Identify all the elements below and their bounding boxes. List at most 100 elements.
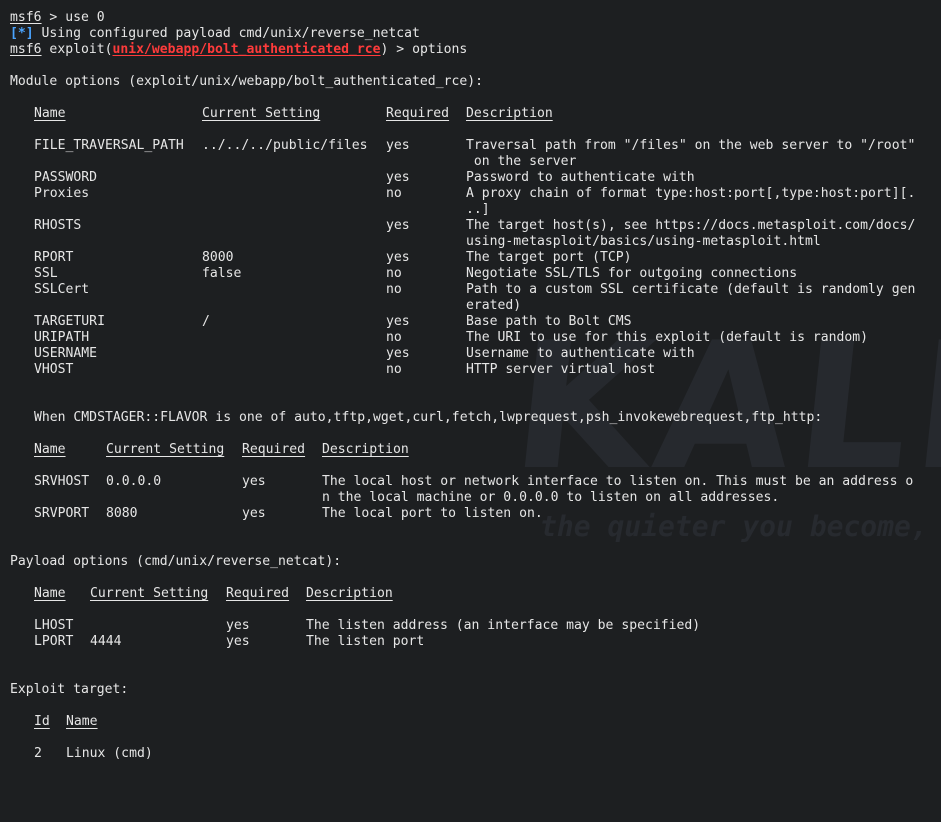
cell-required: yes [386,314,410,329]
table-row: SSLCert no Path to a custom SSL certificat… [10,282,915,298]
exploit-target-heading: Exploit target: [10,682,129,697]
cell-description: Base path to Bolt CMS [466,314,632,329]
prompt-exploit-word: exploit( [41,42,113,57]
cell-name: LPORT [34,634,74,649]
cmdstager-rows: SRVHOST 0.0.0.0 yes The local host or netwo… [10,474,913,522]
cmdstager-header: Name Current Setting Required Descriptio… [10,442,483,458]
cell-description: Path to a custom SSL certificate (defaul… [466,282,916,297]
cmdstager-heading: When CMDSTAGER::FLAVOR is one of auto,tf… [34,410,823,425]
table-row-continuation: using-metasploit/basics/using-metasploit… [10,234,821,250]
table-row: Proxies no A proxy chain of format type:ho… [10,186,915,202]
cell-description: Traversal path from "/files" on the web … [466,138,916,153]
info-marker: [*] [10,26,34,41]
payload-options-heading: Payload options (cmd/unix/reverse_netcat… [10,554,342,569]
kali-tagline-watermark: the quieter you become, th [540,510,941,543]
cell-setting: false [202,266,242,281]
table-row: LHOST yes The listen address (an interface… [10,618,700,634]
table-row: RHOSTS yes The target host(s), see https:/… [10,218,915,234]
cell-description: The target port (TCP) [466,250,632,265]
cell-name: SRVHOST [34,474,90,489]
cell-required: no [386,266,402,281]
exploit-target-rows: 2 Linux (cmd) [10,746,483,762]
table-row: PASSWORD yes Password to authenticate with [10,170,695,186]
column-header-id: Id [34,714,50,729]
cell-setting: / [202,314,210,329]
module-options-rows: FILE_TRAVERSAL_PATH ../../../public/files… [10,138,915,378]
cell-required: yes [386,346,410,361]
column-header-name: Name [34,586,66,601]
cell-description-continuation: using-metasploit/basics/using-metasploit… [466,234,821,249]
cell-required: yes [386,170,410,185]
terminal-output[interactable]: msf6 > use 0 [*] Using configured payloa… [10,10,915,762]
column-header-setting: Current Setting [90,586,209,601]
cell-name: RPORT [34,250,74,265]
cell-name: SSLCert [34,282,90,297]
exploit-target-header: Id Name [10,714,483,730]
table-row: SSL false no Negotiate SSL/TLS for outgoing… [10,266,797,282]
cell-setting: 0.0.0.0 [106,474,162,489]
cell-setting: 8080 [106,506,138,521]
cell-required: no [386,282,402,297]
cell-name: FILE_TRAVERSAL_PATH [34,138,184,153]
cell-description-continuation: ..] [466,202,490,217]
cell-description-continuation: erated) [466,298,522,313]
column-header-description: Description [466,106,553,121]
command-text: ) > options [380,42,468,57]
cell-name: PASSWORD [34,170,98,185]
column-header-description: Description [322,442,409,457]
cell-id: 2 [34,746,42,761]
column-header-required: Required [226,586,290,601]
cell-description-continuation: on the server [466,154,577,169]
payload-options-header: Name Current Setting Required Descriptio… [10,586,483,602]
cell-description: A proxy chain of format type:host:port[,… [466,186,916,201]
cell-description: Password to authenticate with [466,170,695,185]
cell-description: The listen port [306,634,425,649]
cell-description: Username to authenticate with [466,346,695,361]
cell-description-continuation: n the local machine or 0.0.0.0 to listen… [322,490,780,505]
command-text: > use 0 [41,10,105,25]
cell-name: VHOST [34,362,74,377]
column-header-description: Description [306,586,393,601]
module-options-heading: Module options (exploit/unix/webapp/bolt… [10,74,483,89]
payload-options-rows: LHOST yes The listen address (an interface… [10,618,700,650]
cell-description: The local host or network interface to l… [322,474,914,489]
info-text: Using configured payload cmd/unix/revers… [33,26,420,41]
table-row: SRVPORT 8080 yes The local port to listen o… [10,506,543,522]
table-row: VHOST no HTTP server virtual host [10,362,655,378]
table-row-continuation: ..] [10,202,490,218]
cell-description: The local port to listen on. [322,506,543,521]
column-header-required: Required [242,442,306,457]
module-options-header: Name Current Setting Required Descriptio… [10,106,553,122]
prompt-name: msf6 [10,10,42,25]
table-row-continuation: n the local machine or 0.0.0.0 to listen… [10,490,779,506]
table-row: TARGETURI / yes Base path to Bolt CMS [10,314,632,330]
command-line-options: msf6 exploit(unix/webapp/bolt_authentica… [10,42,483,58]
prompt-module-name: unix/webapp/bolt_authenticated_rce [112,42,381,57]
cell-name: RHOSTS [34,218,82,233]
table-row: SRVHOST 0.0.0.0 yes The local host or netwo… [10,474,913,490]
cell-setting: 4444 [90,634,122,649]
table-row: URIPATH no The URI to use for this exploit… [10,330,868,346]
cell-name: SRVPORT [34,506,90,521]
cell-required: yes [242,506,266,521]
cell-description: HTTP server virtual host [466,362,656,377]
column-header-name: Name [34,442,66,457]
cell-setting: 8000 [202,250,234,265]
cell-name: SSL [34,266,58,281]
cell-description: The target host(s), see https://docs.met… [466,218,916,233]
cell-name: URIPATH [34,330,90,345]
cell-name: Linux (cmd) [66,746,153,761]
cell-name: TARGETURI [34,314,105,329]
table-row: LPORT 4444 yes The listen port [10,634,483,650]
prompt-name: msf6 [10,42,42,57]
column-header-required: Required [386,106,450,121]
cell-required: yes [226,634,250,649]
cell-name: LHOST [34,618,74,633]
cell-required: yes [386,138,410,153]
cell-required: no [386,362,402,377]
cell-description: The listen address (an interface may be … [306,618,701,633]
cell-description: Negotiate SSL/TLS for outgoing connectio… [466,266,798,281]
table-row: 2 Linux (cmd) [10,746,483,762]
cell-required: no [386,330,402,345]
cell-required: yes [386,250,410,265]
